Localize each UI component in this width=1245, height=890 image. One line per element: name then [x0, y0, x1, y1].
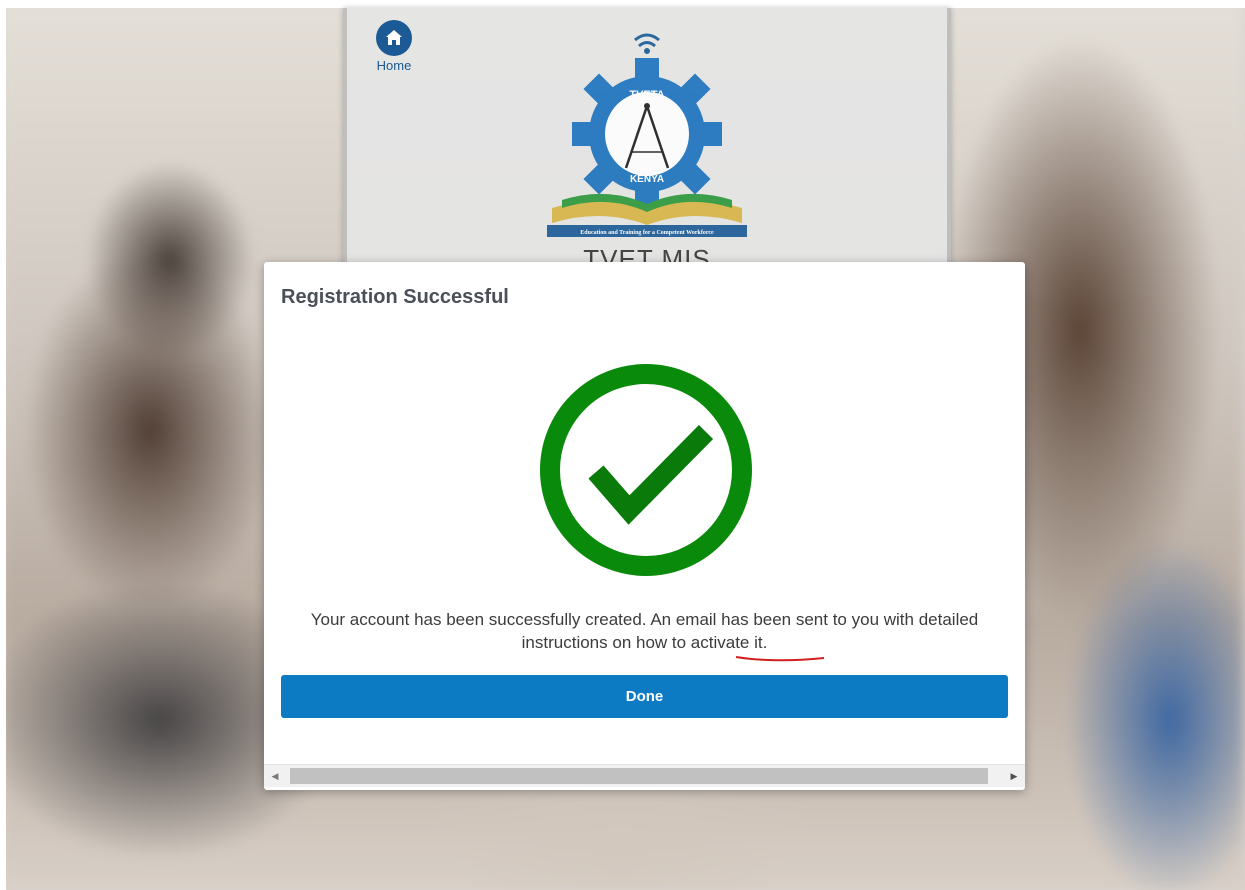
done-button[interactable]: Done [281, 675, 1008, 718]
tveta-logo: TVETA KENYA Education and Training for a… [547, 33, 747, 237]
home-label: Home [376, 58, 412, 73]
success-message: Your account has been successfully creat… [310, 610, 979, 652]
scroll-left-icon[interactable]: ◀ [264, 765, 286, 787]
modal-title: Registration Successful [281, 286, 509, 308]
scroll-right-icon[interactable]: ▶ [1003, 765, 1025, 787]
logo-bottom-text: KENYA [630, 174, 664, 185]
home-icon [376, 20, 412, 56]
login-card: Home TVETA KENYA Education and Training … [343, 8, 951, 274]
horizontal-scrollbar[interactable]: ◀ ▶ [264, 764, 1025, 787]
scroll-thumb[interactable] [290, 768, 988, 784]
check-circle-icon [540, 364, 752, 576]
registration-modal: Registration Successful Your account has… [264, 262, 1025, 790]
window-left-edge [0, 0, 6, 890]
logo-motto: Education and Training for a Competent W… [580, 230, 714, 236]
red-underline-mark [735, 656, 825, 662]
logo-top-text: TVETA [629, 89, 664, 101]
window-top-edge [0, 0, 1245, 8]
home-link[interactable]: Home [369, 20, 419, 73]
